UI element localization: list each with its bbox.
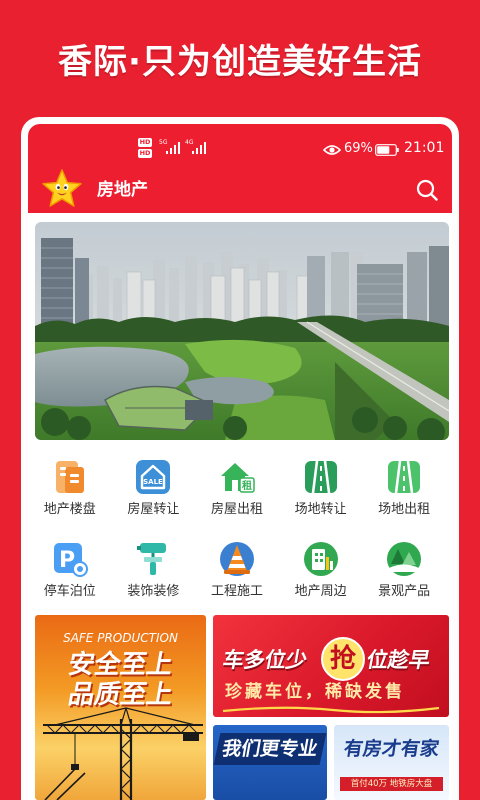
category-property-surroundings[interactable]: 地产周边 xyxy=(279,540,363,600)
category-label: 装饰装修 xyxy=(127,584,180,599)
banner-image xyxy=(35,222,449,440)
phone-mockup: HD HD 5G 4G 69% 21:01 房地产 地产楼盘 SALE 房屋转让… xyxy=(21,117,459,800)
category-label: 地产周边 xyxy=(294,584,347,599)
battery-level xyxy=(377,146,390,154)
category-grid-row-1: 地产楼盘 SALE 房屋转让 租 房屋出租 场地转让 场地出租 xyxy=(28,458,446,518)
category-label: 停车泊位 xyxy=(43,584,96,599)
category-label: 房屋转让 xyxy=(127,502,180,517)
promo-parking-card[interactable]: 车多位少 抢 位趁早 珍藏车位，稀缺发售 xyxy=(213,615,449,717)
swoosh-decoration xyxy=(222,706,440,714)
home-subtitle: 首付40万 地铁房大盘 xyxy=(340,777,443,791)
slogan-headline: 香际·只为创造美好生活 xyxy=(58,42,422,82)
star-mascot-icon xyxy=(42,169,82,207)
category-label: 场地转让 xyxy=(294,502,347,517)
category-label: 场地出租 xyxy=(378,502,431,517)
banner-carousel[interactable] xyxy=(35,222,449,440)
building-chart-icon xyxy=(303,542,338,576)
category-label: 房屋出租 xyxy=(210,502,263,517)
hd-badges: HD HD xyxy=(138,138,152,160)
safety-eyebrow: SAFE PRODUCTION xyxy=(63,631,178,645)
hd-badge: HD xyxy=(138,149,152,158)
app-header: HD HD 5G 4G 69% 21:01 房地产 xyxy=(28,124,452,213)
signal-icon xyxy=(192,142,206,154)
battery-icon xyxy=(375,144,399,156)
category-grid-row-2: P 停车泊位 装饰装修 工程施工 地产周边 景观产品 xyxy=(28,540,446,600)
battery-percent: 69% xyxy=(344,141,373,156)
hd-badge: HD xyxy=(138,138,152,147)
parking-subtitle: 珍藏车位，稀缺发售 xyxy=(225,682,405,702)
category-decoration[interactable]: 装饰装修 xyxy=(112,540,196,600)
category-construction[interactable]: 工程施工 xyxy=(195,540,279,600)
promo-home-card[interactable]: 有房才有家 首付40万 地铁房大盘 xyxy=(334,725,449,800)
parking-highlight: 抢 xyxy=(321,637,365,681)
sale-icon-text: SALE xyxy=(144,478,164,486)
parking-headline-left: 车多位少 xyxy=(220,648,310,672)
category-field-rent[interactable]: 场地出租 xyxy=(362,458,446,518)
category-field-transfer[interactable]: 场地转让 xyxy=(279,458,363,518)
building-doc-icon xyxy=(55,461,84,493)
paint-roller-icon xyxy=(137,543,167,575)
safety-line-2: 品质至上 xyxy=(65,680,176,710)
search-icon[interactable] xyxy=(416,179,438,201)
category-house-rent[interactable]: 租 房屋出租 xyxy=(195,458,279,518)
category-parking[interactable]: P 停车泊位 xyxy=(28,540,112,600)
category-property-listings[interactable]: 地产楼盘 xyxy=(28,458,112,518)
app-screen: HD HD 5G 4G 69% 21:01 房地产 地产楼盘 SALE 房屋转让… xyxy=(28,124,452,800)
house-rent-icon: 租 xyxy=(220,463,255,493)
professional-text: 我们更专业 xyxy=(220,738,320,760)
category-house-transfer[interactable]: SALE 房屋转让 xyxy=(112,458,196,518)
category-landscape[interactable]: 景观产品 xyxy=(362,540,446,600)
house-sale-icon: SALE xyxy=(136,460,171,494)
rent-icon-text: 租 xyxy=(242,479,252,492)
home-title: 有房才有家 xyxy=(342,738,441,760)
category-label: 地产楼盘 xyxy=(43,502,96,517)
parking-icon: P xyxy=(53,543,88,577)
traffic-cone-icon xyxy=(219,542,254,576)
category-label: 景观产品 xyxy=(378,584,431,599)
page-title: 房地产 xyxy=(97,180,148,200)
field-transfer-icon xyxy=(304,460,337,494)
safety-line-1: 安全至上 xyxy=(65,650,176,680)
status-time: 21:01 xyxy=(404,140,445,156)
promo-safety-card[interactable]: SAFE PRODUCTION 安全至上 品质至上 xyxy=(35,615,206,800)
field-rent-icon xyxy=(388,460,421,494)
parking-headline-right: 位趁早 xyxy=(364,648,433,672)
promo-professional-card[interactable]: 我们更专业 xyxy=(213,725,327,800)
category-label: 工程施工 xyxy=(210,584,263,599)
trees-icon xyxy=(387,542,422,576)
signal-icon xyxy=(166,142,180,154)
eye-icon xyxy=(323,145,341,155)
crane-illustration xyxy=(43,707,203,800)
